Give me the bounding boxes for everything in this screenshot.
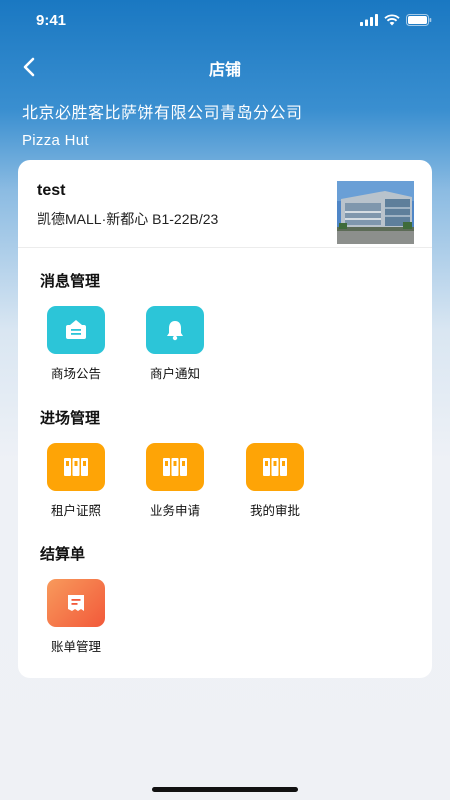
tile-label: 租户证照 — [50, 504, 101, 518]
tile-label: 业务申请 — [149, 504, 200, 518]
receipt-icon — [68, 595, 84, 611]
tile-icon-bg — [47, 443, 105, 491]
section-title-messages: 消息管理 — [40, 273, 101, 290]
battery-icon — [406, 14, 432, 26]
status-icons — [360, 14, 432, 26]
binders-icon — [263, 458, 287, 476]
company-name: 北京必胜客比萨饼有限公司青岛分公司 — [22, 105, 303, 122]
binders-icon — [163, 458, 187, 476]
business-application-button[interactable]: 业务申请 — [135, 443, 215, 519]
announcement-icon — [66, 320, 86, 339]
wifi-icon — [384, 14, 400, 26]
bill-management-button[interactable]: 账单管理 — [36, 579, 116, 655]
store-name: test — [37, 182, 66, 199]
mall-announcement-button[interactable]: 商场公告 — [36, 306, 116, 382]
section-title-settlement: 结算单 — [40, 546, 86, 563]
tile-label: 我的审批 — [249, 504, 300, 518]
merchant-notice-button[interactable]: 商户通知 — [135, 306, 215, 382]
tenant-license-button[interactable]: 租户证照 — [36, 443, 116, 519]
brand-name: Pizza Hut — [22, 132, 89, 149]
binders-icon — [64, 458, 88, 476]
status-time: 9:41 — [36, 12, 67, 29]
tile-label: 商场公告 — [50, 367, 101, 381]
tile-icon-bg — [47, 306, 105, 354]
my-approvals-button[interactable]: 我的审批 — [235, 443, 315, 519]
tile-label: 商户通知 — [149, 367, 200, 381]
page-title: 店铺 — [208, 62, 241, 79]
section-title-entry: 进场管理 — [40, 410, 101, 427]
store-address: 凯德MALL·新都心 B1-22B/23 — [37, 211, 219, 227]
tile-icon-bg — [246, 443, 304, 491]
store-photo — [337, 181, 414, 244]
store-info[interactable]: test 凯德MALL·新都心 B1-22B/23 — [18, 160, 432, 248]
tile-label: 账单管理 — [50, 640, 101, 654]
tile-icon-bg — [47, 579, 105, 627]
status-bar: 9:41 — [0, 0, 450, 44]
nav-bar: 店铺 — [0, 44, 450, 88]
tile-icon-bg — [146, 443, 204, 491]
tile-icon-bg — [146, 306, 204, 354]
store-card: test 凯德MALL·新都心 B1-22B/23 消息管理 商场公告 商户通知… — [18, 160, 432, 678]
home-indicator[interactable] — [152, 787, 298, 792]
signal-icon — [360, 14, 378, 26]
bell-icon — [167, 321, 183, 341]
